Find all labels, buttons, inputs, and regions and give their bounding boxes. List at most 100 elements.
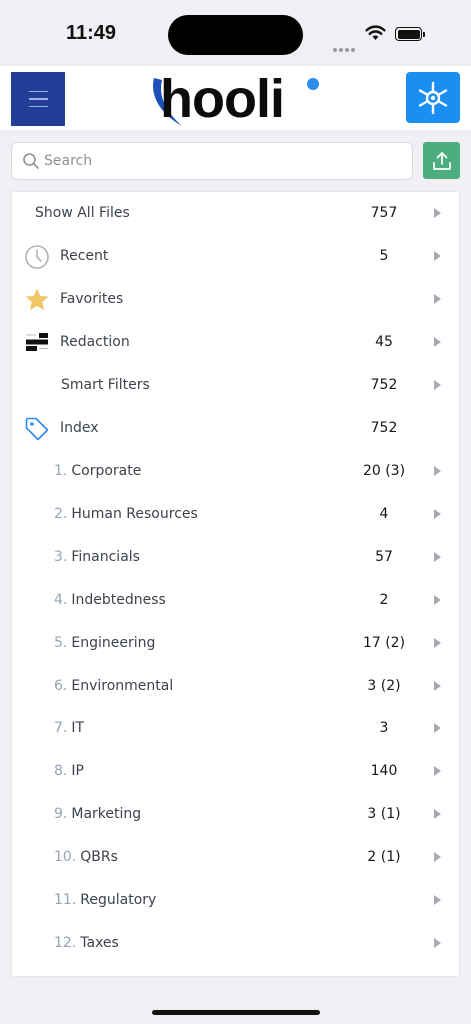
chevron-right-icon (434, 809, 441, 819)
list-item-label: 1. Corporate (54, 463, 142, 479)
dynamic-island (168, 15, 303, 55)
list-item-label: 2. Human Resources (54, 506, 198, 522)
list-item-count: 752 (370, 377, 398, 393)
chevron-right-icon (434, 766, 441, 776)
list-item-label: 4. Indebtedness (54, 592, 166, 608)
file-list: Show All Files 757 Recent 5 Favorites Re… (11, 191, 460, 977)
list-item-label: Favorites (60, 291, 124, 307)
index-item-financials[interactable]: 3. Financials 57 (12, 536, 459, 578)
index-item-regulatory[interactable]: 11. Regulatory (12, 879, 459, 921)
list-item-label: Recent (60, 248, 109, 264)
list-item-favorites[interactable]: Favorites (12, 278, 459, 320)
list-item-count: 20 (3) (362, 463, 406, 479)
list-item-label: Smart Filters (61, 377, 150, 393)
list-item-count: 3 (2) (367, 678, 401, 694)
list-item-count: 45 (375, 334, 393, 350)
index-item-indebtedness[interactable]: 4. Indebtedness 2 (12, 579, 459, 621)
battery-icon (395, 27, 425, 41)
status-time: 11:49 (66, 22, 117, 44)
list-item-number: 2. (54, 506, 68, 522)
status-bar: 11:49 (0, 0, 471, 66)
app-header: hooli (0, 66, 471, 130)
chevron-right-icon (434, 380, 441, 390)
list-item-label: 6. Environmental (54, 678, 174, 694)
list-item-label: Redaction (60, 334, 130, 350)
index-item-environmental[interactable]: 6. Environmental 3 (2) (12, 665, 459, 707)
list-item-recent[interactable]: Recent 5 (12, 235, 459, 277)
upload-button[interactable] (423, 142, 460, 179)
chevron-right-icon (434, 723, 441, 733)
wifi-icon (365, 25, 386, 40)
index-item-it[interactable]: 7. IT 3 (12, 707, 459, 749)
list-item-index[interactable]: Index 752 (12, 407, 459, 449)
chevron-right-icon (434, 552, 441, 562)
index-item-taxes[interactable]: 12. Taxes (12, 922, 459, 964)
chevron-right-icon (434, 466, 441, 476)
list-item-label: 5. Engineering (54, 635, 156, 651)
chevron-right-icon (434, 251, 441, 261)
list-item-number: 12. (54, 935, 77, 951)
list-item-count: 2 (379, 592, 389, 608)
list-item-count: 757 (370, 205, 398, 221)
list-item-label: Show All Files (35, 205, 130, 221)
list-item-number: 7. (54, 720, 68, 736)
list-item-label: 12. Taxes (54, 935, 119, 951)
chevron-right-icon (434, 595, 441, 605)
list-item-number: 3. (54, 549, 68, 565)
hooli-logo: hooli (148, 69, 328, 130)
chevron-right-icon (434, 681, 441, 691)
search-icon (23, 153, 39, 169)
list-item-count: 5 (379, 248, 389, 264)
index-item-marketing[interactable]: 9. Marketing 3 (1) (12, 793, 459, 835)
chevron-right-icon (434, 337, 441, 347)
vault-button[interactable] (406, 72, 460, 123)
list-item-count: 57 (375, 549, 393, 565)
upload-icon (432, 151, 451, 170)
star-icon (24, 287, 50, 313)
index-item-engineering[interactable]: 5. Engineering 17 (2) (12, 622, 459, 664)
list-item-show-all-files[interactable]: Show All Files 757 (12, 192, 459, 234)
list-item-number: 4. (54, 592, 68, 608)
list-item-label: 9. Marketing (54, 806, 142, 822)
home-bar-area (0, 988, 471, 1024)
index-item-ip[interactable]: 8. IP 140 (12, 750, 459, 792)
home-indicator[interactable] (152, 1010, 320, 1015)
list-item-smart-filters[interactable]: Smart Filters 752 (12, 364, 459, 406)
index-item-human-resources[interactable]: 2. Human Resources 4 (12, 493, 459, 535)
list-item-number: 1. (54, 463, 68, 479)
list-item-label: 10. QBRs (54, 849, 118, 865)
list-item-count: 140 (370, 763, 398, 779)
tag-icon (24, 416, 50, 442)
chevron-right-icon (434, 208, 441, 218)
chevron-right-icon (434, 294, 441, 304)
hamburger-icon (28, 90, 48, 93)
signal-dots-icon (333, 37, 357, 56)
list-item-redaction[interactable]: Redaction 45 (12, 321, 459, 363)
list-item-label: Index (60, 420, 99, 436)
clock-icon (24, 244, 50, 270)
chevron-right-icon (434, 509, 441, 519)
list-item-count: 2 (1) (367, 849, 401, 865)
list-item-number: 5. (54, 635, 68, 651)
list-item-count: 17 (2) (362, 635, 406, 651)
menu-button[interactable] (11, 72, 65, 126)
list-item-label: 8. IP (54, 763, 84, 779)
list-item-number: 6. (54, 678, 68, 694)
list-item-count: 3 (379, 720, 389, 736)
search-input[interactable] (44, 143, 404, 179)
list-item-count: 752 (370, 420, 398, 436)
chevron-right-icon (434, 938, 441, 948)
list-item-label: 7. IT (54, 720, 85, 736)
redaction-icon (24, 330, 50, 356)
list-item-number: 8. (54, 763, 68, 779)
chevron-right-icon (434, 895, 441, 905)
list-item-label: 11. Regulatory (54, 892, 157, 908)
list-item-number: 11. (54, 892, 77, 908)
index-item-corporate[interactable]: 1. Corporate 20 (3) (12, 450, 459, 492)
logo-dot (307, 78, 319, 90)
list-item-count: 3 (1) (367, 806, 401, 822)
list-item-number: 9. (54, 806, 68, 822)
vault-wheel-icon (418, 81, 448, 114)
index-item-qbrs[interactable]: 10. QBRs 2 (1) (12, 836, 459, 878)
list-item-number: 10. (54, 849, 77, 865)
